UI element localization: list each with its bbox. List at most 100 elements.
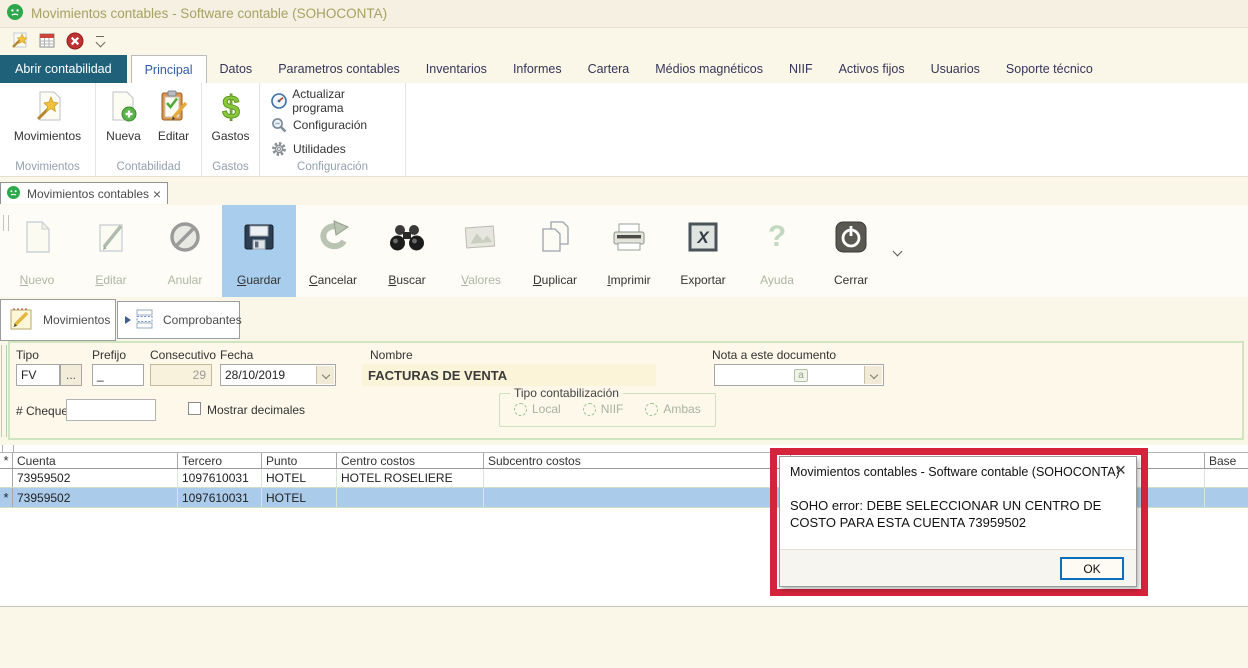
column-header-centro-costos[interactable]: Centro costos <box>337 453 484 468</box>
cerrar-button[interactable]: Cerrar <box>814 205 888 297</box>
movimientos-button[interactable]: Movimientos <box>15 88 81 143</box>
cell-tercero[interactable]: 1097610031 <box>178 469 262 487</box>
cheque-input[interactable] <box>66 399 156 421</box>
view-tab-movimientos[interactable]: Movimientos <box>0 299 116 341</box>
guardar-button[interactable]: Guardar <box>222 205 296 297</box>
tab-abrir-contabilidad[interactable]: Abrir contabilidad <box>0 55 127 83</box>
column-header-cuenta[interactable]: Cuenta <box>13 453 178 468</box>
column-header-base[interactable]: Base <box>1205 453 1248 468</box>
buscar-button[interactable]: Buscar <box>370 205 444 297</box>
valores-button[interactable]: Valores <box>444 205 518 297</box>
view-tab-comprobantes[interactable]: Comprobantes <box>117 301 240 339</box>
dialog-footer: OK <box>780 549 1136 586</box>
tab-soporte-tecnico[interactable]: Soporte técnico <box>993 55 1106 83</box>
photo-icon <box>462 215 500 259</box>
exportar-button[interactable]: X Exportar <box>666 205 740 297</box>
editar-button-label: Editar <box>158 129 189 143</box>
cell-tercero[interactable]: 1097610031 <box>178 488 262 507</box>
cancelar-button[interactable]: Cancelar <box>296 205 370 297</box>
group-caption-contabilidad: Contabilidad <box>96 161 201 173</box>
prefijo-input[interactable]: _ <box>92 364 144 386</box>
cell-base[interactable] <box>1205 488 1248 507</box>
buscar-label: Buscar <box>388 273 425 287</box>
utilidades-button[interactable]: Utilidades <box>270 137 346 161</box>
ribbon-group-contabilidad: Nueva Editar Contabilidad <box>96 83 202 176</box>
cell-centro-costos[interactable]: HOTEL ROSELIERE <box>337 469 484 487</box>
document-tab-close-icon[interactable]: × <box>153 187 161 201</box>
cell-centro-costos[interactable] <box>337 488 484 507</box>
document-tab-movimientos-contables[interactable]: Movimientos contables × <box>0 182 168 204</box>
anular-button[interactable]: Anular <box>148 205 222 297</box>
tab-niif[interactable]: NIIF <box>776 55 826 83</box>
save-floppy-icon <box>241 215 277 259</box>
svg-text:?: ? <box>768 220 786 253</box>
valores-label: Valores <box>461 273 501 287</box>
nota-dropdown-icon[interactable] <box>864 366 882 384</box>
error-dialog: Movimientos contables - Software contabl… <box>779 456 1137 587</box>
editar-record-button[interactable]: Editar <box>74 205 148 297</box>
tab-principal[interactable]: Principal <box>131 55 207 84</box>
cell-punto[interactable]: HOTEL <box>262 488 337 507</box>
tab-datos[interactable]: Datos <box>207 55 266 83</box>
form-splitter-grip[interactable] <box>1 345 7 437</box>
cell-cuenta[interactable]: 73959502 <box>13 488 178 507</box>
utilidades-label: Utilidades <box>293 142 346 156</box>
tab-medios-magneticos[interactable]: Médios magnéticos <box>642 55 776 83</box>
exportar-label: Exportar <box>680 273 725 287</box>
fecha-dropdown-icon[interactable] <box>316 366 334 384</box>
configuracion-button[interactable]: Configuración <box>270 113 367 137</box>
column-header-subcentro-costos[interactable]: Subcentro costos <box>484 453 791 468</box>
document-tab-icon <box>7 186 20 202</box>
editar-button[interactable]: Editar <box>149 88 199 143</box>
toolbar-grip[interactable] <box>3 215 9 231</box>
cheque-label: # Cheque <box>16 404 68 418</box>
tab-activos-fijos[interactable]: Activos fijos <box>826 55 918 83</box>
nota-combo[interactable]: a <box>714 364 884 386</box>
group-caption-movimientos: Movimientos <box>0 161 95 173</box>
cell-base[interactable] <box>1205 469 1248 487</box>
radio-niif[interactable]: NIIF <box>583 402 624 416</box>
table-icon[interactable] <box>38 32 56 50</box>
nombre-label: Nombre <box>370 348 413 362</box>
svg-text:X: X <box>696 228 710 247</box>
ayuda-button[interactable]: ? Ayuda <box>740 205 814 297</box>
tab-informes[interactable]: Informes <box>500 55 575 83</box>
mostrar-decimales-checkbox[interactable] <box>188 402 201 415</box>
imprimir-button[interactable]: Imprimir <box>592 205 666 297</box>
svg-text:$: $ <box>222 89 240 125</box>
close-circle-icon[interactable] <box>66 32 84 50</box>
column-header-tercero[interactable]: Tercero <box>178 453 262 468</box>
ok-button[interactable]: OK <box>1060 557 1124 580</box>
tab-inventarios[interactable]: Inventarios <box>413 55 500 83</box>
cell-punto[interactable]: HOTEL <box>262 469 337 487</box>
qat-customize-icon[interactable] <box>94 36 106 46</box>
dialog-close-icon[interactable]: × <box>1115 461 1126 479</box>
fecha-combo[interactable]: 28/10/2019 <box>220 364 336 386</box>
nuevo-button[interactable]: Nuevo <box>0 205 74 297</box>
nombre-value: FACTURAS DE VENTA <box>362 364 656 386</box>
new-page-plus-icon <box>107 88 141 126</box>
document-tab-row: Movimientos contables × <box>0 182 1248 206</box>
wand-icon[interactable] <box>10 32 28 50</box>
editar-label: Editar <box>95 273 126 287</box>
red-annotation-border: Movimientos contables - Software contabl… <box>770 448 1148 596</box>
cell-subcentro-costos[interactable] <box>484 488 791 507</box>
dialog-message: SOHO error: DEBE SELECCIONAR UN CENTRO D… <box>790 497 1128 531</box>
clipboard-pencil-icon <box>156 88 192 126</box>
tipo-browse-button[interactable]: ... <box>60 364 82 386</box>
column-header-punto[interactable]: Punto <box>262 453 337 468</box>
actualizar-programa-button[interactable]: Actualizar programa <box>270 89 395 113</box>
record-toolbar: Nuevo Editar Anular Guardar Cancelar <box>0 205 1248 297</box>
tab-usuarios[interactable]: Usuarios <box>918 55 993 83</box>
radio-local[interactable]: Local <box>514 402 561 416</box>
gastos-button[interactable]: $ Gastos <box>205 88 257 143</box>
tab-parametros-contables[interactable]: Parametros contables <box>265 55 413 83</box>
duplicar-button[interactable]: Duplicar <box>518 205 592 297</box>
radio-ambas[interactable]: Ambas <box>645 402 700 416</box>
toolbar-overflow-icon[interactable] <box>894 205 901 297</box>
tab-cartera[interactable]: Cartera <box>575 55 643 83</box>
cell-subcentro-costos[interactable] <box>484 469 791 487</box>
tipo-input[interactable]: FV <box>16 364 60 386</box>
cell-cuenta[interactable]: 73959502 <box>13 469 178 487</box>
nueva-button[interactable]: Nueva <box>99 88 149 143</box>
